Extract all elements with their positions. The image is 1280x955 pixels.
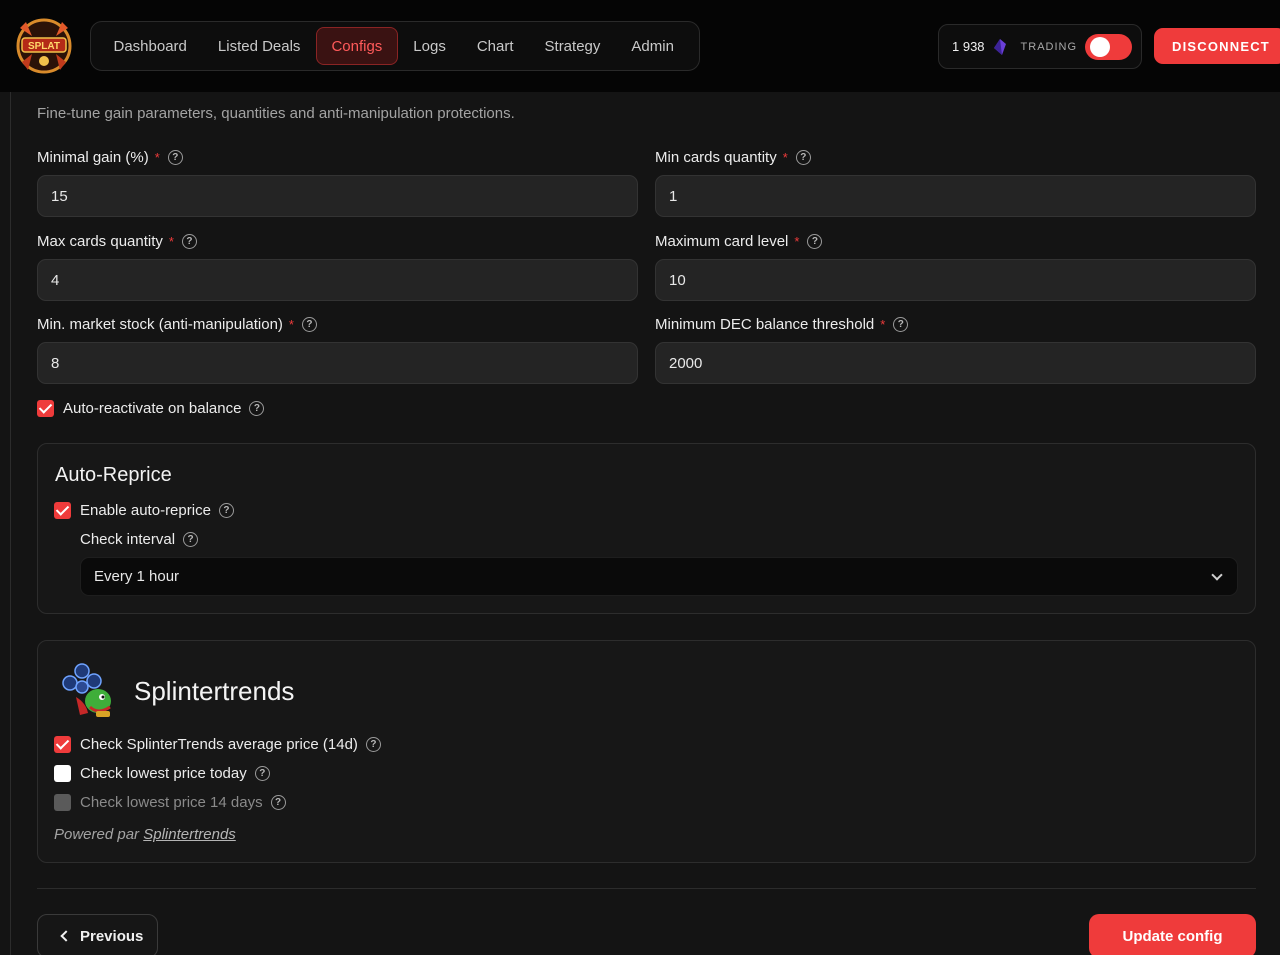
dec-balance: 1 938	[952, 39, 985, 54]
st-lowest-14d-row: Check lowest price 14 days ?	[54, 794, 286, 811]
auto-reactivate-label: Auto-reactivate on balance	[63, 400, 242, 417]
nav-strategy[interactable]: Strategy	[529, 27, 616, 65]
help-icon[interactable]: ?	[807, 234, 823, 249]
nav-dashboard[interactable]: Dashboard	[98, 27, 202, 65]
disconnect-button[interactable]: DISCONNECT	[1154, 28, 1280, 64]
help-icon[interactable]: ?	[301, 317, 317, 332]
min-cards-quantity-input[interactable]: 1	[655, 175, 1256, 217]
chevron-down-icon	[1211, 569, 1223, 581]
st-lowest-today-label: Check lowest price today	[80, 765, 247, 782]
check-interval-label: Check interval ?	[80, 531, 199, 548]
min-dec-balance-label: Minimum DEC balance threshold * ?	[655, 316, 909, 333]
splintertrends-link[interactable]: Splintertrends	[143, 826, 236, 843]
st-average-price-checkbox[interactable]	[54, 736, 71, 753]
enable-auto-reprice-label: Enable auto-reprice	[80, 502, 211, 519]
auto-reactivate-checkbox[interactable]	[37, 400, 54, 417]
auto-reactivate-row[interactable]: Auto-reactivate on balance ?	[37, 400, 265, 417]
trading-label: TRADING	[1020, 40, 1078, 53]
st-lowest-14d-label: Check lowest price 14 days	[80, 794, 263, 811]
splintertrends-logo	[62, 663, 111, 717]
main-nav: Dashboard Listed Deals Configs Logs Char…	[90, 21, 700, 71]
left-rule	[10, 92, 11, 955]
required-mark: *	[794, 234, 800, 249]
required-mark: *	[880, 317, 886, 332]
section-subtitle: Fine-tune gain parameters, quantities an…	[37, 105, 515, 122]
help-icon[interactable]: ?	[795, 150, 811, 165]
help-icon[interactable]: ?	[218, 503, 234, 518]
svg-text:SPLAT: SPLAT	[28, 41, 60, 52]
previous-label: Previous	[80, 927, 144, 945]
required-mark: *	[782, 150, 788, 165]
nav-configs[interactable]: Configs	[315, 27, 398, 65]
previous-button[interactable]: Previous	[37, 914, 158, 955]
nav-listed-deals[interactable]: Listed Deals	[202, 27, 316, 65]
required-mark: *	[288, 317, 294, 332]
help-icon[interactable]: ?	[183, 532, 199, 547]
help-icon[interactable]: ?	[254, 766, 270, 781]
help-icon[interactable]: ?	[249, 401, 265, 416]
check-interval-select[interactable]: Every 1 hour	[80, 557, 1238, 596]
splintertrends-title: Splintertrends	[134, 676, 295, 706]
chevron-left-icon	[60, 930, 72, 942]
min-dec-balance-input[interactable]: 2000	[655, 342, 1256, 384]
required-mark: *	[168, 234, 174, 249]
auto-reprice-title: Auto-Reprice	[55, 464, 172, 486]
footer-divider	[37, 888, 1256, 889]
required-mark: *	[154, 150, 160, 165]
min-market-stock-label: Min. market stock (anti-manipulation) * …	[37, 316, 317, 333]
min-cards-quantity-label: Min cards quantity * ?	[655, 149, 811, 166]
trading-toggle[interactable]	[1085, 33, 1133, 60]
st-average-price-label: Check SplinterTrends average price (14d)	[80, 736, 358, 753]
help-icon[interactable]: ?	[181, 234, 197, 249]
update-config-button[interactable]: Update config	[1089, 914, 1256, 955]
nav-chart[interactable]: Chart	[461, 27, 529, 65]
maximum-card-level-input[interactable]: 10	[655, 259, 1256, 301]
nav-logs[interactable]: Logs	[398, 27, 462, 65]
enable-auto-reprice-checkbox[interactable]	[54, 502, 71, 519]
powered-by: Powered par Splintertrends	[54, 826, 236, 843]
min-market-stock-input[interactable]: 8	[37, 342, 638, 384]
check-interval-value: Every 1 hour	[94, 568, 180, 585]
top-bar: SPLAT Dashboard Listed Deals Configs Log…	[0, 0, 1280, 92]
minimal-gain-input[interactable]: 15	[37, 175, 638, 217]
trading-status-box: 1 938 TRADING	[938, 24, 1142, 69]
maximum-card-level-label: Maximum card level * ?	[655, 233, 823, 250]
st-lowest-today-checkbox[interactable]	[54, 765, 71, 782]
nav-admin[interactable]: Admin	[616, 27, 690, 65]
enable-auto-reprice-row[interactable]: Enable auto-reprice ?	[54, 502, 234, 519]
max-cards-quantity-input[interactable]: 4	[37, 259, 638, 301]
help-icon[interactable]: ?	[167, 150, 183, 165]
help-icon[interactable]: ?	[365, 737, 381, 752]
max-cards-quantity-label: Max cards quantity * ?	[37, 233, 197, 250]
st-lowest-14d-checkbox	[54, 794, 71, 811]
dec-crystal-icon	[993, 38, 1006, 55]
help-icon[interactable]: ?	[270, 795, 286, 810]
splat-logo[interactable]: SPLAT	[12, 14, 76, 76]
st-lowest-today-row[interactable]: Check lowest price today ?	[54, 765, 270, 782]
st-average-price-row[interactable]: Check SplinterTrends average price (14d)…	[54, 736, 381, 753]
help-icon[interactable]: ?	[893, 317, 909, 332]
minimal-gain-label: Minimal gain (%) * ?	[37, 149, 183, 166]
